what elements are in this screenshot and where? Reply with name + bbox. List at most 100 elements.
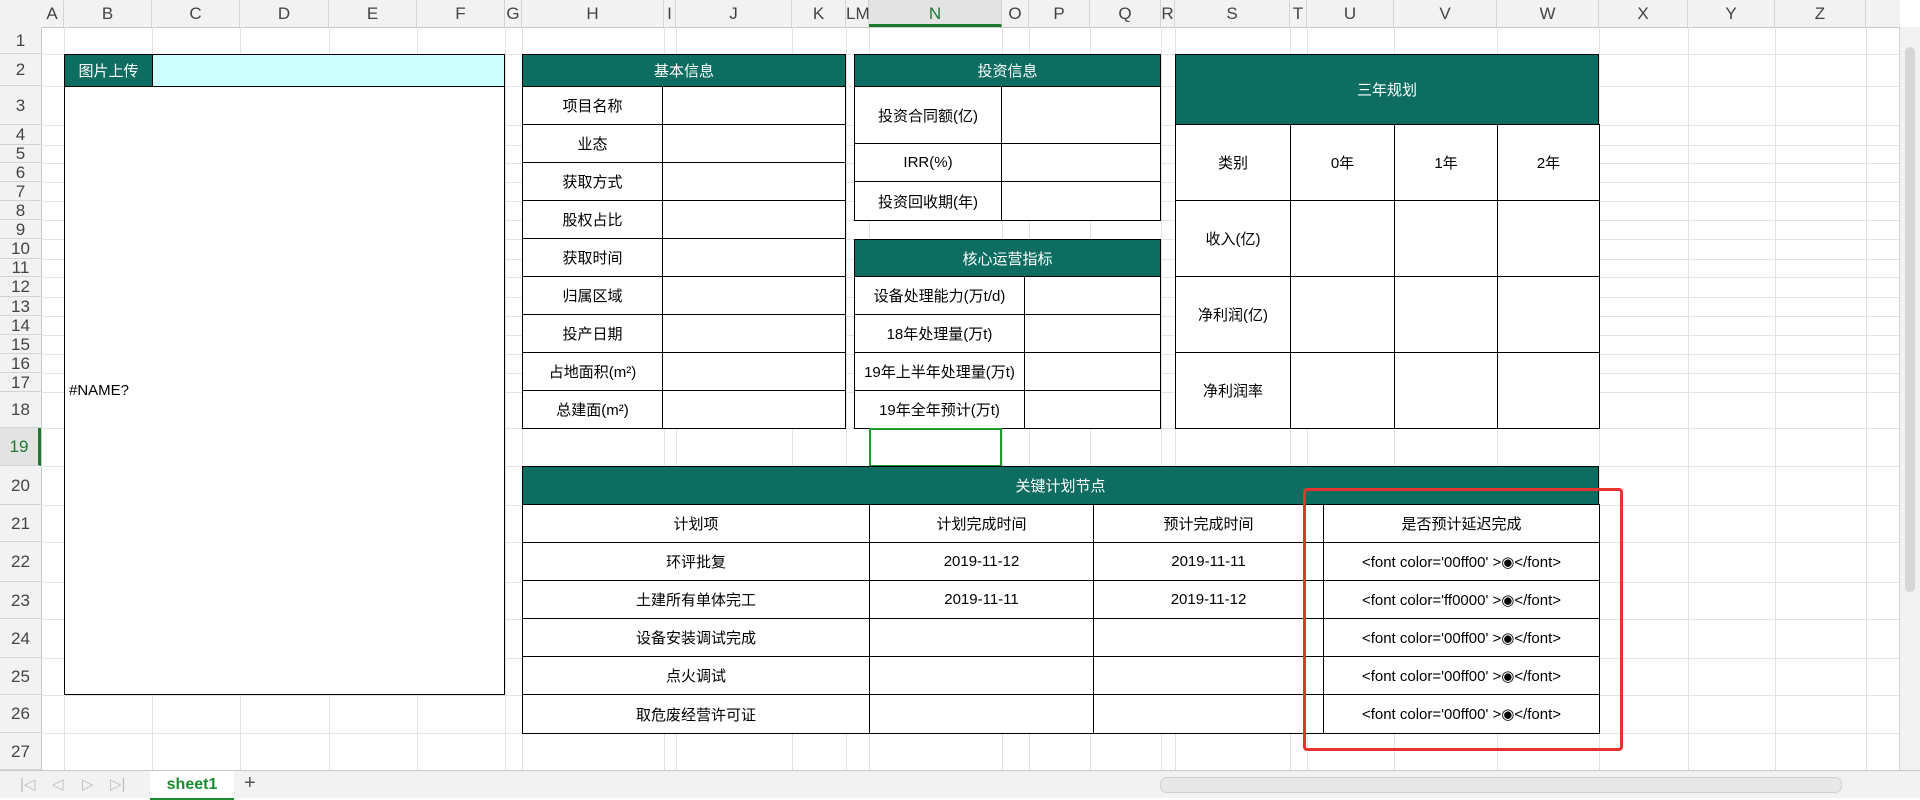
investment-value[interactable] xyxy=(1001,143,1161,182)
basic-info-value[interactable] xyxy=(662,124,846,163)
column-header-z[interactable]: Z xyxy=(1775,0,1866,27)
basic-info-value[interactable] xyxy=(662,86,846,125)
column-header-c[interactable]: C xyxy=(152,0,240,27)
row-header-20[interactable]: 20 xyxy=(0,466,41,505)
vertical-scrollbar[interactable] xyxy=(1899,27,1920,770)
column-header-i[interactable]: I xyxy=(664,0,676,27)
row-header-21[interactable]: 21 xyxy=(0,505,41,542)
column-header-a[interactable]: A xyxy=(41,0,64,27)
key-plan-planned-date[interactable] xyxy=(869,656,1094,695)
core-ops-value[interactable] xyxy=(1024,352,1161,391)
core-ops-value[interactable] xyxy=(1024,390,1161,429)
row-header-10[interactable]: 10 xyxy=(0,239,41,259)
last-sheet-icon[interactable]: ▷| xyxy=(110,775,125,793)
row-header-4[interactable]: 4 xyxy=(0,125,41,145)
key-plan-planned-date[interactable] xyxy=(869,618,1094,657)
sheet-tab-sheet1[interactable]: sheet1 xyxy=(150,771,234,800)
row-header-15[interactable]: 15 xyxy=(0,335,41,354)
column-header-x[interactable]: X xyxy=(1599,0,1688,27)
active-cell-selection[interactable] xyxy=(869,428,1002,467)
key-plan-expected-date[interactable] xyxy=(1093,618,1324,657)
column-header-t[interactable]: T xyxy=(1290,0,1307,27)
three-year-value[interactable] xyxy=(1290,200,1395,277)
basic-info-value[interactable] xyxy=(662,238,846,277)
three-year-value[interactable] xyxy=(1394,352,1498,429)
investment-value[interactable] xyxy=(1001,86,1161,144)
row-header-19[interactable]: 19 xyxy=(0,428,41,466)
core-ops-value[interactable] xyxy=(1024,314,1161,353)
row-header-27[interactable]: 27 xyxy=(0,733,41,770)
column-header-o[interactable]: O xyxy=(1002,0,1029,27)
column-header-h[interactable]: H xyxy=(522,0,664,27)
three-year-value[interactable] xyxy=(1394,200,1498,277)
key-plan-planned-date[interactable]: 2019-11-11 xyxy=(869,580,1094,619)
next-sheet-icon[interactable]: ▷ xyxy=(82,775,94,793)
basic-info-value[interactable] xyxy=(662,352,846,391)
basic-info-value[interactable] xyxy=(662,200,846,239)
column-header-n[interactable]: N xyxy=(869,0,1002,27)
key-plan-planned-date[interactable] xyxy=(869,694,1094,734)
column-header-e[interactable]: E xyxy=(329,0,417,27)
vertical-scroll-thumb[interactable] xyxy=(1905,47,1915,592)
row-header-9[interactable]: 9 xyxy=(0,220,41,239)
row-header-26[interactable]: 26 xyxy=(0,695,41,733)
column-header-f[interactable]: F xyxy=(417,0,505,27)
basic-info-value[interactable] xyxy=(662,276,846,315)
row-header-11[interactable]: 11 xyxy=(0,259,41,277)
row-header-25[interactable]: 25 xyxy=(0,658,41,695)
column-header-w[interactable]: W xyxy=(1497,0,1599,27)
row-header-22[interactable]: 22 xyxy=(0,542,41,582)
key-plan-expected-date[interactable]: 2019-11-11 xyxy=(1093,542,1324,581)
column-header-q[interactable]: Q xyxy=(1090,0,1161,27)
basic-info-label: 项目名称 xyxy=(522,86,663,125)
row-header-14[interactable]: 14 xyxy=(0,316,41,335)
column-header-d[interactable]: D xyxy=(240,0,329,27)
column-header-lm[interactable]: LM xyxy=(846,0,870,27)
row-header-6[interactable]: 6 xyxy=(0,163,41,182)
three-year-value[interactable] xyxy=(1290,352,1395,429)
column-header-v[interactable]: V xyxy=(1394,0,1497,27)
three-year-value[interactable] xyxy=(1290,276,1395,353)
three-year-value[interactable] xyxy=(1497,352,1600,429)
row-header-8[interactable]: 8 xyxy=(0,201,41,220)
column-header-r[interactable]: R xyxy=(1161,0,1175,27)
row-header-17[interactable]: 17 xyxy=(0,373,41,392)
row-header-1[interactable]: 1 xyxy=(0,27,41,54)
row-header-3[interactable]: 3 xyxy=(0,86,41,125)
key-plan-expected-date[interactable]: 2019-11-12 xyxy=(1093,580,1324,619)
column-header-g[interactable]: G xyxy=(505,0,522,27)
column-header-y[interactable]: Y xyxy=(1688,0,1775,27)
column-header-u[interactable]: U xyxy=(1307,0,1394,27)
first-sheet-icon[interactable]: |◁ xyxy=(20,775,35,793)
three-year-value[interactable] xyxy=(1497,276,1600,353)
prev-sheet-icon[interactable]: ◁ xyxy=(52,775,64,793)
basic-info-value[interactable] xyxy=(662,162,846,201)
basic-info-value[interactable] xyxy=(662,314,846,353)
row-header-13[interactable]: 13 xyxy=(0,297,41,316)
three-year-value[interactable] xyxy=(1394,276,1498,353)
row-header-12[interactable]: 12 xyxy=(0,277,41,297)
column-header-k[interactable]: K xyxy=(792,0,846,27)
row-header-16[interactable]: 16 xyxy=(0,354,41,373)
row-header-23[interactable]: 23 xyxy=(0,582,41,619)
column-header-b[interactable]: B xyxy=(64,0,152,27)
row-header-18[interactable]: 18 xyxy=(0,392,41,428)
row-header-24[interactable]: 24 xyxy=(0,619,41,658)
horizontal-scrollbar[interactable] xyxy=(1160,777,1842,793)
image-upload-header-value[interactable] xyxy=(152,54,505,87)
three-year-value[interactable] xyxy=(1497,200,1600,277)
basic-info-value[interactable] xyxy=(662,390,846,429)
row-header-5[interactable]: 5 xyxy=(0,145,41,163)
column-header-s[interactable]: S xyxy=(1175,0,1290,27)
add-sheet-icon[interactable]: + xyxy=(244,772,256,795)
row-header-2[interactable]: 2 xyxy=(0,54,41,86)
key-plan-planned-date[interactable]: 2019-11-12 xyxy=(869,542,1094,581)
row-header-7[interactable]: 7 xyxy=(0,182,41,201)
column-header-p[interactable]: P xyxy=(1029,0,1090,27)
core-ops-value[interactable] xyxy=(1024,276,1161,315)
key-plan-expected-date[interactable] xyxy=(1093,694,1324,734)
column-header-j[interactable]: J xyxy=(676,0,792,27)
investment-value[interactable] xyxy=(1001,181,1161,221)
image-placeholder[interactable]: #NAME? xyxy=(64,86,505,695)
key-plan-expected-date[interactable] xyxy=(1093,656,1324,695)
